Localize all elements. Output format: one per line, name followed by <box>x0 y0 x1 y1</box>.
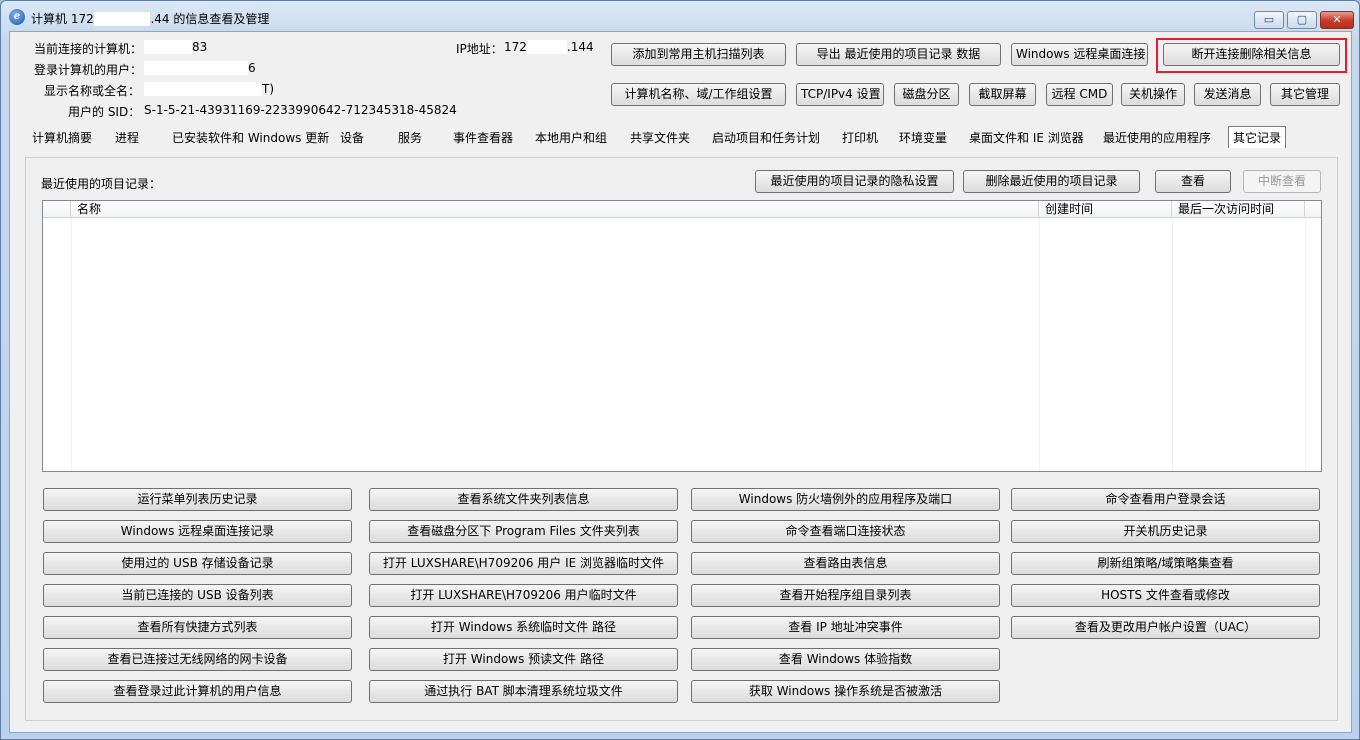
panel-title: 最近使用的项目记录： <box>41 177 162 191</box>
tab-shared-folders[interactable]: 共享文件夹 <box>630 129 690 146</box>
tab-services[interactable]: 服务 <box>398 129 422 146</box>
tab-installed-software[interactable]: 已安装软件和 Windows 更新 <box>172 129 329 146</box>
run-menu-history-button[interactable]: 运行菜单列表历史记录 <box>43 488 352 511</box>
shortcut-list-button[interactable]: 查看所有快捷方式列表 <box>43 616 352 639</box>
grid-line <box>1039 218 1040 471</box>
tab-printers[interactable]: 打印机 <box>842 129 878 146</box>
user-label: 登录计算机的用户： <box>34 63 143 77</box>
maximize-button[interactable]: ▢ <box>1287 11 1317 29</box>
logged-users-button[interactable]: 查看登录过此计算机的用户信息 <box>43 680 352 703</box>
other-management-button[interactable]: 其它管理 <box>1270 83 1340 106</box>
remote-desktop-history-button[interactable]: Windows 远程桌面连接记录 <box>43 520 352 543</box>
experience-index-button[interactable]: 查看 Windows 体验指数 <box>691 648 1000 671</box>
tab-recent-apps[interactable]: 最近使用的应用程序 <box>1103 129 1211 146</box>
tab-strip: 计算机摘要 进程 已安装软件和 Windows 更新 设备 服务 事件查看器 本… <box>10 126 1351 150</box>
user-value: 6 <box>144 61 256 75</box>
hosts-file-button[interactable]: HOSTS 文件查看或修改 <box>1011 584 1320 607</box>
route-table-button[interactable]: 查看路由表信息 <box>691 552 1000 575</box>
grid-line <box>71 218 72 471</box>
main-window: e 计算机 172■■■■■.44 的信息查看及管理 ▭ ▢ ✕ 当前连接的计算… <box>0 0 1360 740</box>
computer-name-domain-button[interactable]: 计算机名称、域/工作组设置 <box>611 83 786 106</box>
ie-temp-files-button[interactable]: 打开 LUXSHARE\H709206 用户 IE 浏览器临时文件 <box>369 552 678 575</box>
tcp-ipv4-button[interactable]: TCP/IPv4 设置 <box>796 83 884 106</box>
display-name-label: 显示名称或全名： <box>44 84 141 98</box>
user-temp-files-button[interactable]: 打开 LUXSHARE\H709206 用户临时文件 <box>369 584 678 607</box>
remote-desktop-button[interactable]: Windows 远程桌面连接 <box>1011 43 1148 66</box>
display-name-value: T) <box>144 82 274 96</box>
minimize-button[interactable]: ▭ <box>1254 11 1284 29</box>
computer-label: 当前连接的计算机： <box>34 42 143 56</box>
tab-devices[interactable]: 设备 <box>340 129 364 146</box>
add-to-scan-list-button[interactable]: 添加到常用主机扫描列表 <box>611 43 786 66</box>
ip-value: 172 .144 <box>504 40 594 54</box>
tab-startup-tasks[interactable]: 启动项目和任务计划 <box>712 129 820 146</box>
tab-local-users[interactable]: 本地用户和组 <box>535 129 607 146</box>
tab-event-viewer[interactable]: 事件查看器 <box>453 129 513 146</box>
view-button[interactable]: 查看 <box>1155 170 1231 193</box>
tab-processes[interactable]: 进程 <box>115 129 139 146</box>
title-redaction: ■■■■■ <box>93 12 151 26</box>
prefetch-path-button[interactable]: 打开 Windows 预读文件 路径 <box>369 648 678 671</box>
system-folders-button[interactable]: 查看系统文件夹列表信息 <box>369 488 678 511</box>
close-button[interactable]: ✕ <box>1320 11 1354 29</box>
stop-view-button: 中断查看 <box>1243 170 1321 193</box>
grid-line <box>1305 218 1306 471</box>
ip-conflict-button[interactable]: 查看 IP 地址冲突事件 <box>691 616 1000 639</box>
login-sessions-button[interactable]: 命令查看用户登录会话 <box>1011 488 1320 511</box>
port-status-button[interactable]: 命令查看端口连接状态 <box>691 520 1000 543</box>
listview-header: 名称 创建时间 最后一次访问时间 <box>43 201 1321 218</box>
tab-desktop-ie[interactable]: 桌面文件和 IE 浏览器 <box>969 129 1084 146</box>
wireless-adapter-button[interactable]: 查看已连接过无线网络的网卡设备 <box>43 648 352 671</box>
windows-temp-path-button[interactable]: 打开 Windows 系统临时文件 路径 <box>369 616 678 639</box>
privacy-settings-button[interactable]: 最近使用的项目记录的隐私设置 <box>755 170 954 193</box>
connected-usb-list-button[interactable]: 当前已连接的 USB 设备列表 <box>43 584 352 607</box>
program-files-list-button[interactable]: 查看磁盘分区下 Program Files 文件夹列表 <box>369 520 678 543</box>
usb-storage-history-button[interactable]: 使用过的 USB 存储设备记录 <box>43 552 352 575</box>
export-recent-items-button[interactable]: 导出 最近使用的项目记录 数据 <box>796 43 1001 66</box>
sid-label: 用户的 SID： <box>68 105 141 119</box>
uac-settings-button[interactable]: 查看及更改用户帐户设置（UAC） <box>1011 616 1320 639</box>
disk-partition-button[interactable]: 磁盘分区 <box>894 83 959 106</box>
shutdown-button[interactable]: 关机操作 <box>1121 83 1185 106</box>
bat-cleanup-button[interactable]: 通过执行 BAT 脚本清理系统垃圾文件 <box>369 680 678 703</box>
grid-line <box>1172 218 1173 471</box>
column-header-blank <box>43 201 71 218</box>
recent-items-listview[interactable]: 名称 创建时间 最后一次访问时间 <box>42 200 1322 472</box>
client-area: 当前连接的计算机： 83 登录计算机的用户： 6 显示名称或全名： T) 用户的… <box>9 31 1352 733</box>
title-bar[interactable]: e 计算机 172■■■■■.44 的信息查看及管理 ▭ ▢ ✕ <box>1 1 1359 31</box>
send-message-button[interactable]: 发送消息 <box>1194 83 1261 106</box>
power-history-button[interactable]: 开关机历史记录 <box>1011 520 1320 543</box>
tab-panel: 最近使用的项目记录： 最近使用的项目记录的隐私设置 删除最近使用的项目记录 查看… <box>25 157 1338 721</box>
screenshot-button[interactable]: 截取屏幕 <box>969 83 1036 106</box>
column-header-name[interactable]: 名称 <box>71 201 1039 218</box>
column-header-created[interactable]: 创建时间 <box>1039 201 1172 218</box>
start-menu-list-button[interactable]: 查看开始程序组目录列表 <box>691 584 1000 607</box>
remote-cmd-button[interactable]: 远程 CMD <box>1046 83 1113 106</box>
computer-value: 83 <box>144 40 207 54</box>
window-title: 计算机 172■■■■■.44 的信息查看及管理 <box>31 12 270 26</box>
tab-computer-summary[interactable]: 计算机摘要 <box>32 129 92 146</box>
activation-status-button[interactable]: 获取 Windows 操作系统是否被激活 <box>691 680 1000 703</box>
tab-environment[interactable]: 环境变量 <box>899 129 947 146</box>
delete-recent-items-button[interactable]: 删除最近使用的项目记录 <box>963 170 1140 193</box>
app-icon: e <box>9 9 25 25</box>
highlight-box <box>1156 38 1347 73</box>
ip-label: IP地址： <box>456 42 503 56</box>
firewall-exceptions-button[interactable]: Windows 防火墙例外的应用程序及端口 <box>691 488 1000 511</box>
sid-value: S-1-5-21-43931169-2233990642-712345318-4… <box>144 103 457 117</box>
tab-other-records[interactable]: 其它记录 <box>1228 126 1287 148</box>
group-policy-button[interactable]: 刷新组策略/域策略集查看 <box>1011 552 1320 575</box>
column-header-last-access[interactable]: 最后一次访问时间 <box>1172 201 1305 218</box>
